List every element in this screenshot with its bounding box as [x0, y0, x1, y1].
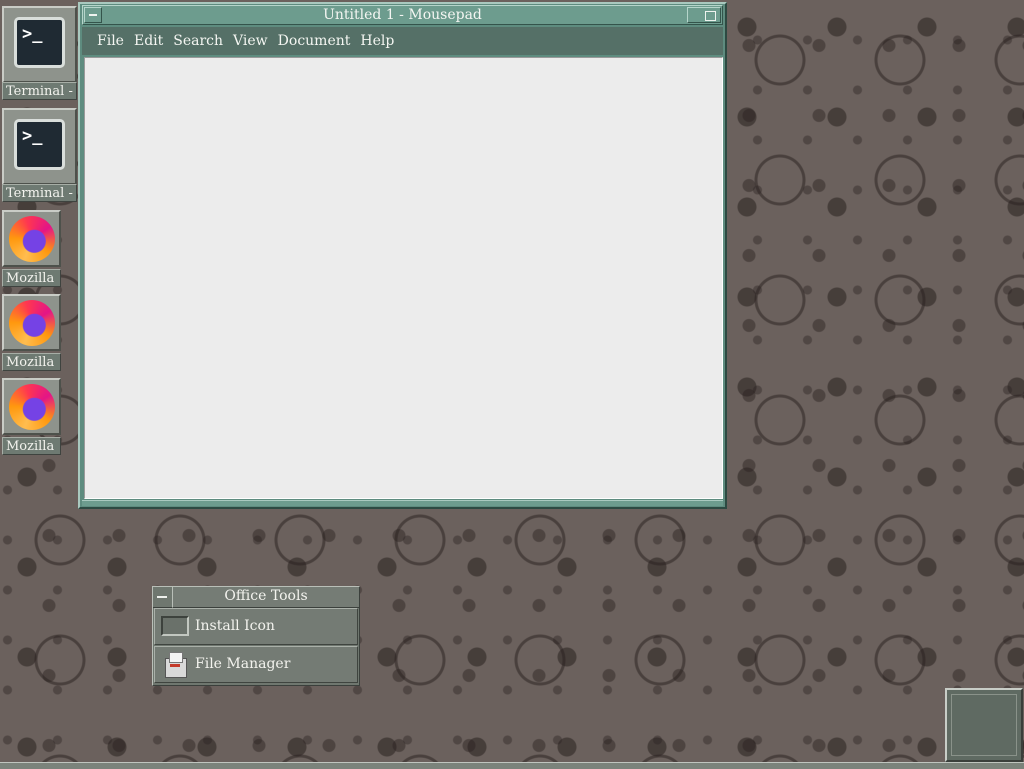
mozilla-tile[interactable]	[2, 294, 61, 351]
pager-workspace[interactable]	[951, 694, 1017, 756]
panel-menu-button[interactable]	[153, 587, 172, 608]
panel-title[interactable]: Office Tools	[172, 587, 359, 608]
firefox-icon	[9, 216, 55, 262]
menu-search[interactable]: Search	[173, 33, 223, 49]
window-title: Untitled 1 - Mousepad	[323, 7, 482, 23]
install-icon-label: Install Icon	[195, 618, 275, 634]
mozilla-tile[interactable]	[2, 378, 61, 435]
menu-document[interactable]: Document	[278, 33, 351, 49]
menu-edit[interactable]: Edit	[134, 33, 163, 49]
firefox-icon	[9, 300, 55, 346]
firefox-icon	[9, 384, 55, 430]
menu-file[interactable]: File	[97, 33, 124, 49]
file-manager-label: File Manager	[195, 656, 291, 672]
office-tools-panel: Office Tools Install Icon File Manager	[152, 586, 360, 686]
install-icon	[161, 616, 189, 636]
terminal-label: Terminal -	[2, 82, 77, 100]
window-resize-border[interactable]	[82, 500, 723, 506]
terminal-label: Terminal -	[2, 184, 77, 202]
mozilla-label: Mozilla	[2, 353, 61, 371]
desktop-pager[interactable]	[945, 688, 1023, 762]
menu-view[interactable]: View	[233, 33, 268, 49]
menu-bar: File Edit Search View Document Help	[82, 27, 723, 55]
terminal-tile[interactable]: >_	[2, 6, 77, 83]
file-manager-item[interactable]: File Manager	[154, 646, 358, 683]
mousepad-window: Untitled 1 - Mousepad File Edit Search V…	[78, 2, 727, 509]
text-editor-area[interactable]	[84, 57, 723, 499]
title-bar[interactable]: Untitled 1 - Mousepad	[82, 5, 723, 25]
mozilla-label: Mozilla	[2, 269, 61, 287]
maximize-button[interactable]	[687, 7, 721, 23]
install-icon-item[interactable]: Install Icon	[154, 608, 358, 645]
terminal-icon: >_	[14, 17, 65, 68]
file-manager-icon	[163, 652, 187, 678]
menu-help[interactable]: Help	[360, 33, 394, 49]
terminal-tile[interactable]: >_	[2, 108, 77, 185]
mozilla-tile[interactable]	[2, 210, 61, 267]
mozilla-label: Mozilla	[2, 437, 61, 455]
terminal-icon: >_	[14, 119, 65, 170]
